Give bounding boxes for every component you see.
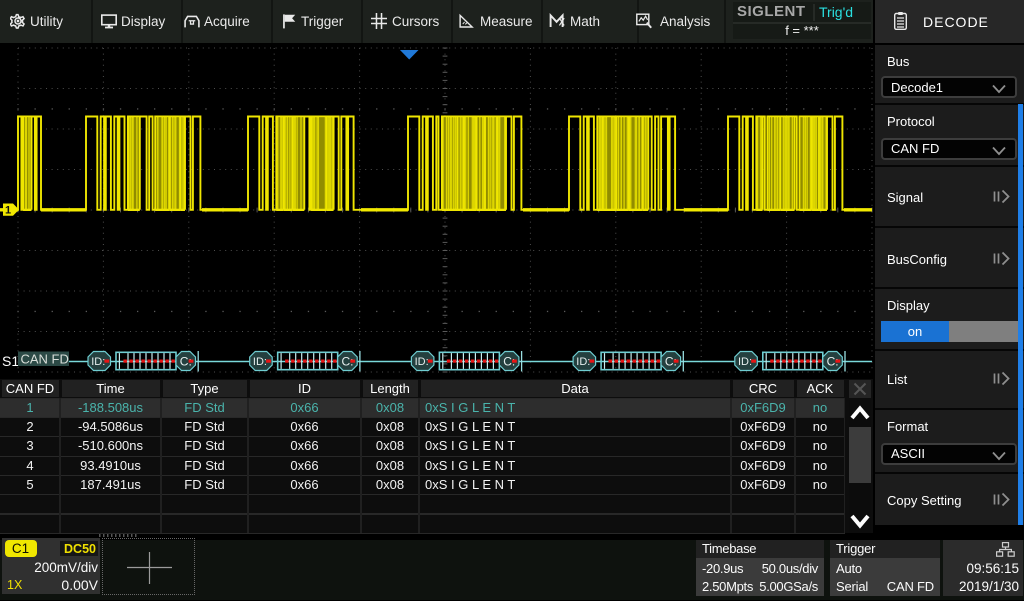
svg-text:ID:: ID: bbox=[91, 356, 105, 368]
svg-text:CAN FD: CAN FD bbox=[21, 352, 69, 367]
svg-text:1: 1 bbox=[5, 204, 11, 216]
svg-text:S1: S1 bbox=[2, 353, 19, 369]
svg-text:ID:: ID: bbox=[253, 356, 267, 368]
svg-text:ID:: ID: bbox=[738, 356, 752, 368]
svg-text:ID:: ID: bbox=[415, 356, 429, 368]
svg-text:ID:: ID: bbox=[576, 356, 590, 368]
